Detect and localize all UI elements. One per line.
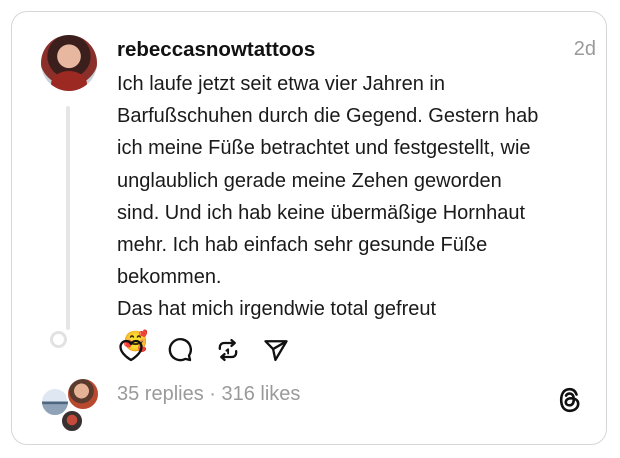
heart-icon xyxy=(119,339,143,362)
replier-avatars[interactable] xyxy=(36,377,100,433)
post-line: ich meine Füße betrachtet und festgestel… xyxy=(117,137,531,160)
avatar xyxy=(66,377,100,411)
share-button[interactable] xyxy=(262,336,290,364)
post-line: Ich laufe jetzt seit etwa vier Jahren in xyxy=(117,73,445,95)
post-line: sind. Und ich hab keine übermäßige Hornh… xyxy=(117,201,526,224)
author-username[interactable]: rebeccasnowtattoos xyxy=(117,38,315,62)
thread-loop xyxy=(50,331,67,348)
post-line: Barfußschuhen durch die Gegend. Gestern … xyxy=(117,105,539,128)
post-timestamp: 2d xyxy=(573,38,596,60)
engagement-stats[interactable]: 35 replies · 316 likes xyxy=(117,383,300,406)
comment-icon xyxy=(168,338,192,362)
like-button[interactable] xyxy=(117,336,145,364)
send-icon xyxy=(264,340,288,362)
repost-button[interactable] xyxy=(214,336,242,364)
reply-button[interactable] xyxy=(166,336,194,364)
post-line-text: Das hat mich irgendwie total gefreut xyxy=(117,298,437,321)
post-line: bekommen. xyxy=(117,266,222,289)
post-line: mehr. Ich hab einfach sehr gesunde Füße xyxy=(117,234,488,257)
smiling-face-with-hearts-emoji: 🥰 xyxy=(123,330,148,353)
post-line: unglaublich gerade meine Zehen geworden xyxy=(117,169,502,192)
author-avatar[interactable] xyxy=(41,35,97,91)
avatar xyxy=(60,409,84,433)
thread-line xyxy=(66,106,70,330)
post-body: Ich laufe jetzt seit etwa vier Jahren in… xyxy=(117,68,597,358)
threads-logo-icon xyxy=(557,386,583,414)
repost-icon xyxy=(218,338,238,362)
